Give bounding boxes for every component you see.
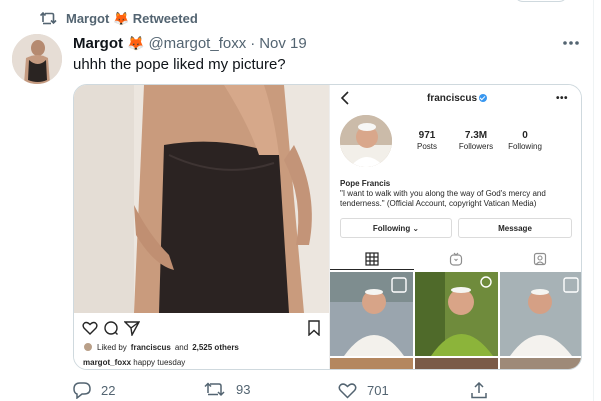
stat-following-label: Following: [508, 142, 542, 151]
follow-button-edge[interactable]: [514, 0, 568, 2]
profile-tabs: [330, 248, 581, 270]
tweet-text: uhhh the pope liked my picture?: [73, 56, 286, 73]
more-dots-icon: [563, 41, 579, 45]
stat-followers[interactable]: 7.3M Followers: [456, 130, 496, 151]
author-handle[interactable]: @margot_foxx: [148, 35, 246, 52]
verified-badge-icon: [479, 94, 488, 102]
post-likes[interactable]: Liked by franciscus and 2,525 others: [83, 342, 239, 352]
instagram-post: Liked by franciscus and 2,525 others mar…: [74, 85, 329, 369]
stat-following-number: 0: [522, 130, 528, 141]
retweet-icon: [204, 382, 225, 397]
bookmark-icon[interactable]: [306, 320, 322, 336]
tweet-action-bar: 22 93 701: [73, 382, 493, 401]
retweet-context[interactable]: Margot 🦊 Retweeted: [40, 10, 198, 28]
profile-menu[interactable]: •••: [556, 93, 568, 104]
like-count: 701: [367, 383, 389, 398]
heart-icon[interactable]: [82, 320, 98, 336]
column-divider: [593, 0, 594, 401]
more-options-button[interactable]: [561, 35, 581, 51]
like-button[interactable]: 701: [338, 382, 389, 399]
retweet-context-text: Margot 🦊 Retweeted: [66, 11, 198, 26]
profile-grid-post[interactable]: [330, 272, 413, 356]
author-avatar[interactable]: [12, 34, 62, 84]
profile-username: franciscus: [330, 93, 581, 104]
profile-grid-post[interactable]: [415, 358, 498, 369]
bio-name: Pope Francis: [340, 179, 391, 188]
likes-and: and: [174, 342, 189, 352]
instagram-profile: franciscus ••• 971 Posts 7.3M Followers …: [329, 85, 581, 369]
bio-text: "I want to walk with you along the way o…: [340, 189, 546, 208]
tweet-header: Margot 🦊 @margot_foxx · Nov 19: [73, 33, 307, 53]
comment-icon[interactable]: [103, 320, 119, 336]
reply-button[interactable]: 22: [73, 382, 115, 399]
share-upload-icon: [471, 382, 487, 399]
profile-grid-post[interactable]: [500, 358, 581, 369]
stat-posts[interactable]: 971 Posts: [412, 130, 442, 151]
profile-grid-post[interactable]: [500, 272, 581, 356]
stat-following[interactable]: 0 Following: [506, 130, 544, 151]
retweet-button[interactable]: 93: [204, 382, 250, 397]
retweet-count: 93: [236, 382, 251, 397]
post-photo: [74, 85, 329, 313]
likes-others[interactable]: 2,525 others: [192, 343, 239, 352]
grid-icon[interactable]: [365, 252, 379, 266]
profile-avatar: [340, 115, 392, 167]
following-button[interactable]: Following ⌄: [340, 218, 452, 238]
likes-user[interactable]: franciscus: [131, 343, 171, 352]
reply-icon: [73, 382, 91, 399]
active-tab-indicator: [330, 269, 414, 270]
message-button[interactable]: Message: [458, 218, 572, 238]
stat-followers-number: 7.3M: [464, 130, 488, 141]
stat-posts-label: Posts: [416, 142, 437, 151]
likes-prefix: Liked by: [97, 342, 127, 352]
tweet-media[interactable]: Liked by franciscus and 2,525 others mar…: [73, 84, 582, 370]
tagged-icon[interactable]: [533, 252, 547, 266]
stat-followers-label: Followers: [458, 142, 494, 151]
share-button[interactable]: [471, 382, 487, 399]
profile-topbar: franciscus •••: [330, 89, 581, 109]
author-name[interactable]: Margot: [73, 35, 123, 52]
post-caption: margot_foxx happy tuesday: [83, 358, 185, 367]
liker-avatar: [83, 342, 93, 352]
reply-count: 22: [101, 383, 116, 398]
stat-posts-number: 971: [418, 130, 436, 141]
post-action-bar: [82, 320, 322, 336]
retweet-icon: [40, 12, 57, 25]
profile-grid-post[interactable]: [330, 358, 413, 369]
fox-emoji: 🦊: [127, 34, 145, 51]
igtv-icon[interactable]: [449, 252, 463, 266]
profile-username-text: franciscus: [426, 93, 478, 104]
tweet-date[interactable]: Nov 19: [259, 35, 307, 52]
caption-text: happy tuesday: [133, 358, 186, 367]
caption-user[interactable]: margot_foxx: [83, 358, 131, 367]
header-separator: ·: [250, 34, 256, 52]
profile-grid-post[interactable]: [415, 272, 498, 356]
share-icon[interactable]: [124, 320, 140, 336]
heart-outline-icon: [338, 383, 357, 399]
